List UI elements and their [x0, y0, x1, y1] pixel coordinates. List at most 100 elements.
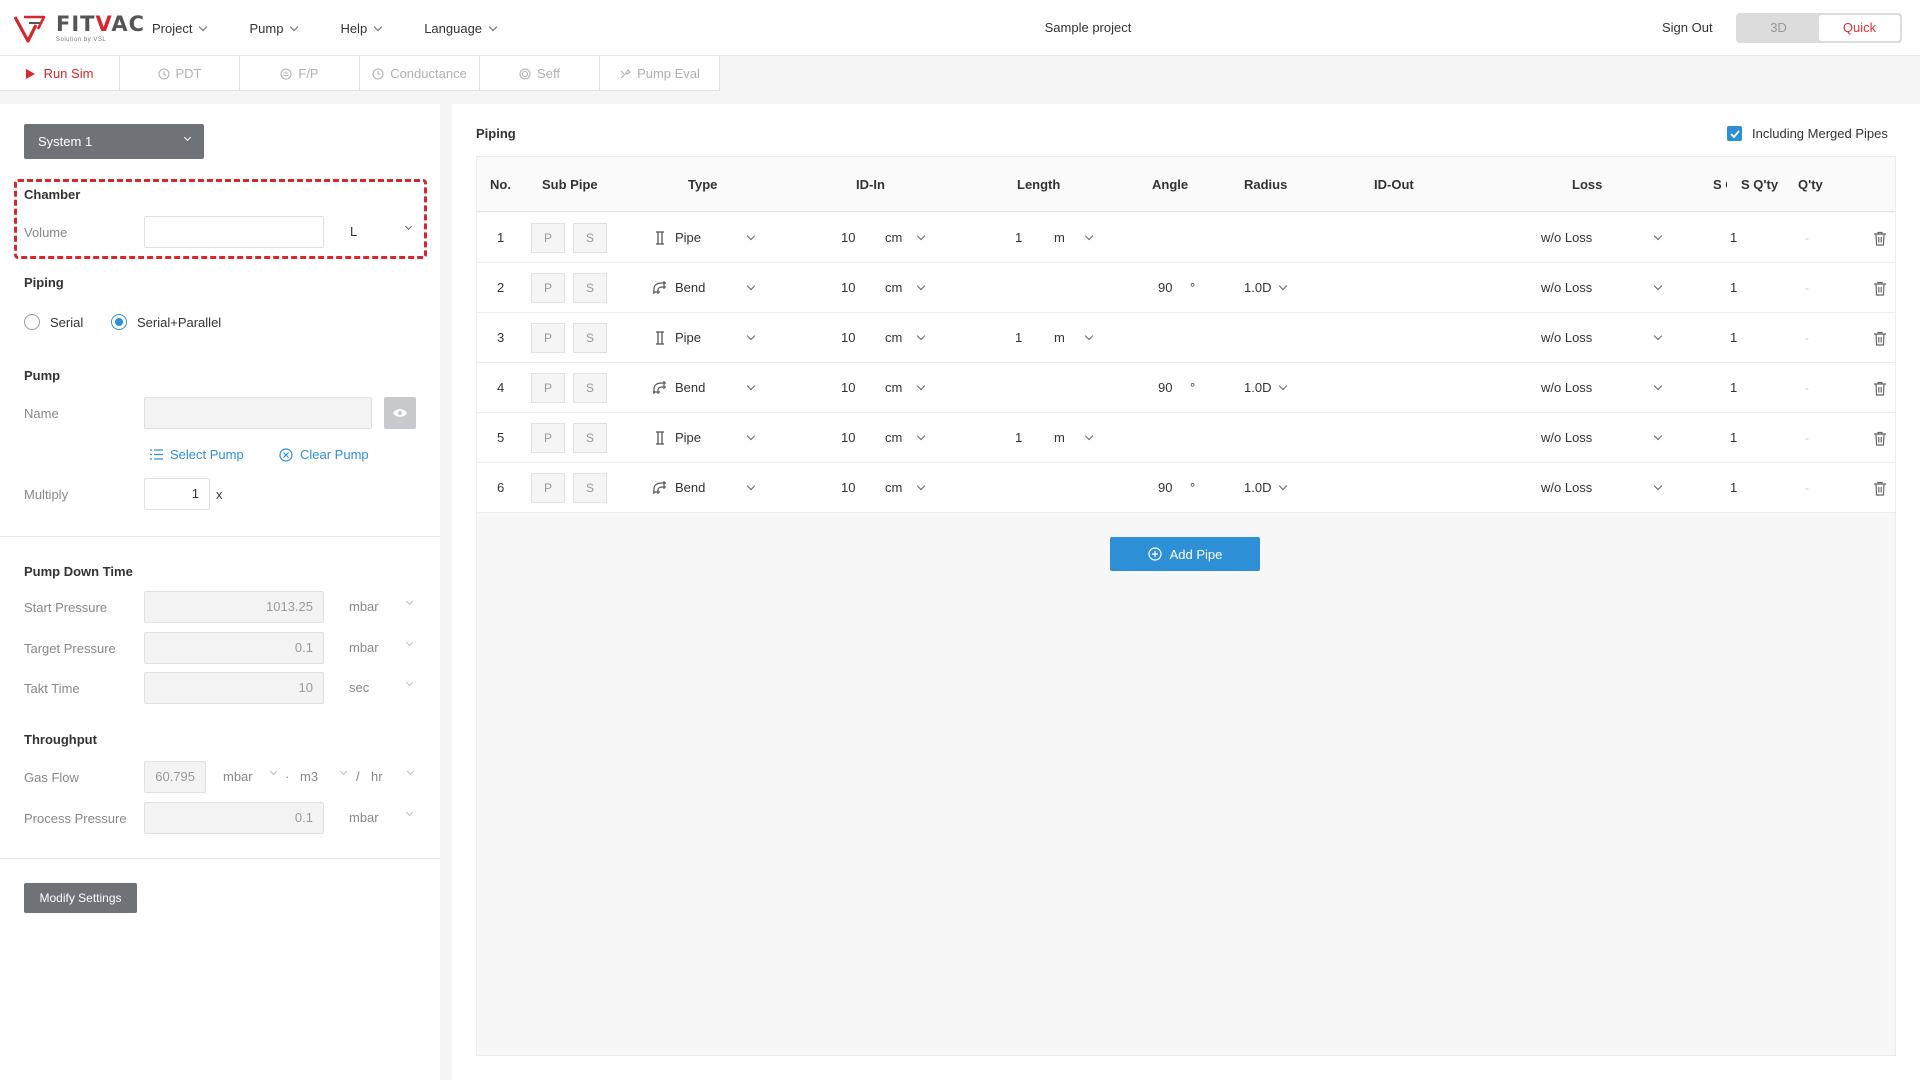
- loss-select[interactable]: w/o Loss: [1541, 213, 1592, 263]
- mode-3d-button[interactable]: 3D: [1738, 15, 1819, 41]
- angle-value[interactable]: 90: [1158, 263, 1172, 313]
- takt-time-input[interactable]: 10: [144, 672, 324, 704]
- conductance-button[interactable]: Conductance: [360, 56, 480, 91]
- sub-pipe-p-button[interactable]: P: [531, 223, 565, 253]
- volume-input[interactable]: [144, 216, 324, 248]
- gas-flow-unit2-select[interactable]: m3: [300, 761, 348, 793]
- radio-serial-parallel[interactable]: Serial+Parallel: [111, 314, 221, 330]
- mode-quick-button[interactable]: Quick: [1819, 15, 1900, 41]
- loss-select[interactable]: w/o Loss: [1541, 363, 1592, 413]
- sub-pipe-p-button[interactable]: P: [531, 273, 565, 303]
- start-pressure-unit-select[interactable]: mbar: [349, 591, 414, 623]
- s-qty-value[interactable]: 1: [1730, 463, 1737, 513]
- system-select[interactable]: System 1: [24, 124, 204, 159]
- pipe-type-select[interactable]: Pipe: [675, 313, 701, 363]
- seff-button[interactable]: Seff: [480, 56, 600, 91]
- radio-serial[interactable]: Serial: [24, 314, 83, 330]
- trash-icon[interactable]: [1873, 281, 1887, 296]
- add-pipe-button[interactable]: Add Pipe: [1110, 537, 1260, 571]
- pipe-type-select[interactable]: Pipe: [675, 413, 701, 463]
- id-in-value[interactable]: 10: [841, 363, 855, 413]
- gas-flow-unit1-select[interactable]: mbar: [223, 761, 278, 793]
- id-in-value[interactable]: 10: [841, 263, 855, 313]
- sub-pipe-s-button[interactable]: S: [573, 473, 607, 503]
- id-in-value[interactable]: 10: [841, 413, 855, 463]
- pump-name-input[interactable]: [144, 397, 372, 429]
- sub-pipe-p-button[interactable]: P: [531, 473, 565, 503]
- loss-select[interactable]: w/o Loss: [1541, 263, 1592, 313]
- id-in-unit-select[interactable]: cm: [885, 363, 902, 413]
- chevron-down-icon: [373, 22, 383, 31]
- pipe-type-select[interactable]: Pipe: [675, 213, 701, 263]
- s-qty-value[interactable]: 1: [1730, 213, 1737, 263]
- modify-settings-button[interactable]: Modify Settings: [24, 883, 137, 913]
- sub-pipe-s-button[interactable]: S: [573, 423, 607, 453]
- menu-pump[interactable]: Pump: [249, 21, 299, 36]
- length-unit-select[interactable]: m: [1054, 213, 1065, 263]
- pipe-type-select[interactable]: Bend: [675, 263, 705, 313]
- process-pressure-unit-select[interactable]: mbar: [349, 802, 414, 834]
- sub-pipe-s-button[interactable]: S: [573, 323, 607, 353]
- radius-select[interactable]: 1.0D: [1244, 363, 1271, 413]
- length-value[interactable]: 1: [1015, 413, 1022, 463]
- trash-icon[interactable]: [1873, 431, 1887, 446]
- gas-flow-unit3-select[interactable]: hr: [371, 761, 415, 793]
- start-pressure-input[interactable]: 1013.25: [144, 591, 324, 623]
- id-in-value[interactable]: 10: [841, 313, 855, 363]
- run-sim-button[interactable]: Run Sim: [0, 56, 120, 91]
- pump-eval-button[interactable]: Pump Eval: [600, 56, 720, 91]
- sub-pipe-p-button[interactable]: P: [531, 373, 565, 403]
- length-unit-select[interactable]: m: [1054, 413, 1065, 463]
- gas-flow-input[interactable]: 60.795: [144, 761, 206, 793]
- trash-icon[interactable]: [1873, 231, 1887, 246]
- loss-select[interactable]: w/o Loss: [1541, 313, 1592, 363]
- id-in-unit-select[interactable]: cm: [885, 313, 902, 363]
- s-qty-value[interactable]: 1: [1730, 263, 1737, 313]
- trash-icon[interactable]: [1873, 381, 1887, 396]
- menu-language[interactable]: Language: [424, 21, 498, 36]
- sign-out-button[interactable]: Sign Out: [1662, 0, 1713, 56]
- id-in-unit-select[interactable]: cm: [885, 413, 902, 463]
- pipe-type-select[interactable]: Bend: [675, 363, 705, 413]
- process-pressure-input[interactable]: 0.1: [144, 802, 324, 834]
- id-in-unit-select[interactable]: cm: [885, 213, 902, 263]
- angle-value[interactable]: 90: [1158, 363, 1172, 413]
- trash-icon[interactable]: [1873, 481, 1887, 496]
- id-in-unit-select[interactable]: cm: [885, 463, 902, 513]
- target-pressure-unit-select[interactable]: mbar: [349, 632, 414, 664]
- pipe-type-select[interactable]: Bend: [675, 463, 705, 513]
- radius-select[interactable]: 1.0D: [1244, 463, 1271, 513]
- multiply-input[interactable]: 1: [144, 478, 210, 510]
- id-in-value[interactable]: 10: [841, 463, 855, 513]
- sub-pipe-p-button[interactable]: P: [531, 323, 565, 353]
- clear-pump-button[interactable]: Clear Pump: [279, 447, 369, 462]
- loss-select[interactable]: w/o Loss: [1541, 463, 1592, 513]
- id-in-value[interactable]: 10: [841, 213, 855, 263]
- s-qty-value[interactable]: 1: [1730, 313, 1737, 363]
- including-merged-pipes-checkbox[interactable]: Including Merged Pipes: [1727, 126, 1888, 141]
- sub-pipe-s-button[interactable]: S: [573, 273, 607, 303]
- takt-time-unit-select[interactable]: sec: [349, 672, 414, 704]
- view-pump-button[interactable]: [384, 397, 416, 429]
- pdt-button[interactable]: PDT: [120, 56, 240, 91]
- id-in-unit-select[interactable]: cm: [885, 263, 902, 313]
- angle-value[interactable]: 90: [1158, 463, 1172, 513]
- length-value[interactable]: 1: [1015, 213, 1022, 263]
- loss-select[interactable]: w/o Loss: [1541, 413, 1592, 463]
- trash-icon[interactable]: [1873, 331, 1887, 346]
- length-value[interactable]: 1: [1015, 313, 1022, 363]
- s-qty-value[interactable]: 1: [1730, 363, 1737, 413]
- target-pressure-input[interactable]: 0.1: [144, 632, 324, 664]
- volume-unit-select[interactable]: L: [350, 216, 413, 248]
- select-pump-button[interactable]: Select Pump: [150, 447, 244, 462]
- sub-pipe-p-button[interactable]: P: [531, 423, 565, 453]
- s-qty-value[interactable]: 1: [1730, 413, 1737, 463]
- radius-select[interactable]: 1.0D: [1244, 263, 1271, 313]
- sub-pipe-s-button[interactable]: S: [573, 223, 607, 253]
- fp-button[interactable]: F/P: [240, 56, 360, 91]
- menu-project[interactable]: Project: [152, 21, 208, 36]
- sub-pipe-s-button[interactable]: S: [573, 373, 607, 403]
- length-unit-select[interactable]: m: [1054, 313, 1065, 363]
- fitvac-logo[interactable]: FITVAC Solution by VSL: [14, 12, 145, 44]
- menu-help[interactable]: Help: [340, 21, 383, 36]
